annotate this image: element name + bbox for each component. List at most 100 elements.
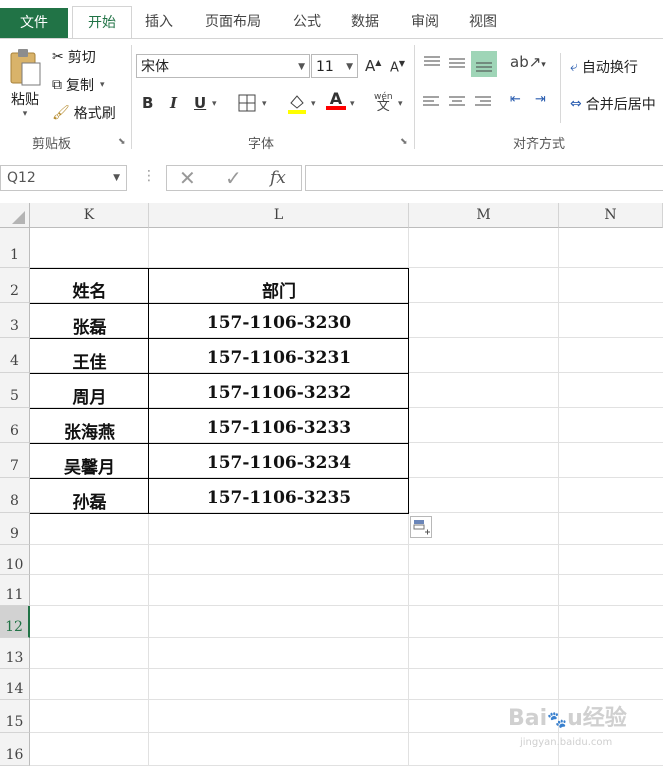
more-options-icon[interactable]: ⋮ [142,168,156,184]
table-cell[interactable]: 孙磊 [30,488,149,513]
baidu-watermark-logo: Bai🐾u经验 [508,706,627,731]
gridline [30,668,663,669]
chevron-down-icon[interactable]: ▾ [262,99,267,109]
name-box-value: Q12 [7,170,36,186]
increase-font-icon[interactable]: A▲ [365,57,381,75]
row-header-2[interactable]: 2 [0,268,30,303]
select-all-icon [12,211,25,224]
table-cell[interactable]: 157-1106-3230 [149,313,409,333]
row-header-5[interactable]: 5 [0,373,30,408]
chevron-down-icon[interactable]: ▾ [398,99,403,109]
align-top-icon[interactable] [422,55,442,71]
tab-view[interactable]: 视图 [460,6,506,38]
dialog-launcher-icon[interactable]: ⬊ [400,137,408,147]
increase-indent-icon[interactable]: ⇥ [535,92,546,107]
tab-review[interactable]: 审阅 [402,6,448,38]
scissors-icon: ✂ [52,49,64,65]
font-size-select[interactable]: 11 ▼ [311,54,358,78]
row-header-15[interactable]: 15 [0,700,30,733]
align-right-icon[interactable] [474,95,492,109]
chevron-down-icon: ▼ [346,62,353,72]
table-cell[interactable]: 157-1106-3234 [149,453,409,473]
tab-file[interactable]: 文件 [0,8,68,38]
wrap-text-icon: ⤶ [570,59,578,75]
tab-insert[interactable]: 插入 [136,6,182,38]
name-box[interactable]: Q12 ▼ [0,165,127,191]
cancel-icon[interactable]: ✕ [179,166,196,190]
table-cell[interactable]: 张磊 [30,313,149,338]
dialog-launcher-icon[interactable]: ⬊ [118,137,126,147]
row-header-9[interactable]: 9 [0,513,30,545]
ribbon-tab-bar: 文件 开始 插入 页面布局 公式 数据 审阅 视图 [0,0,663,39]
fill-color-icon[interactable] [287,91,307,115]
merge-center-label: 合并后居中 [585,97,656,113]
select-all-corner[interactable] [0,203,30,228]
align-bottom-button[interactable] [471,51,497,77]
divider [414,45,415,149]
table-cell[interactable]: 张海燕 [30,418,149,443]
format-painter-button[interactable]: 🖌 格式刷 [52,103,116,123]
row-header-13[interactable]: 13 [0,638,30,669]
table-cell[interactable]: 157-1106-3235 [149,488,409,508]
row-header-6[interactable]: 6 [0,408,30,443]
table-cell[interactable]: 吴馨月 [30,453,149,478]
cut-button[interactable]: ✂ 剪切 [52,47,96,67]
column-header-n[interactable]: N [559,203,663,228]
align-center-icon[interactable] [448,95,466,109]
column-header-k[interactable]: K [30,203,149,228]
row-header-16[interactable]: 16 [0,733,30,766]
column-header-l[interactable]: L [149,203,409,228]
row-header-14[interactable]: 14 [0,669,30,700]
quick-analysis-button[interactable] [410,516,432,538]
gridline [30,605,663,606]
row-header-12[interactable]: 12 [0,606,30,638]
decrease-indent-icon[interactable]: ⇤ [510,92,521,107]
chevron-down-icon[interactable]: ▾ [212,99,217,109]
quick-analysis-icon [413,520,430,535]
row-header-8[interactable]: 8 [0,478,30,513]
chevron-down-icon[interactable]: ▾ [311,99,316,109]
header-cell-department[interactable]: 部门 [149,277,409,302]
column-header-m[interactable]: M [409,203,559,228]
tab-formulas[interactable]: 公式 [284,6,330,38]
header-cell-name[interactable]: 姓名 [30,277,149,302]
decrease-font-icon[interactable]: A▼ [390,59,405,75]
table-cell[interactable]: 周月 [30,383,149,408]
row-header-3[interactable]: 3 [0,303,30,338]
table-cell[interactable]: 157-1106-3231 [149,348,409,368]
table-cell[interactable]: 157-1106-3232 [149,383,409,403]
formula-input[interactable] [305,165,663,191]
chevron-down-icon[interactable]: ▾ [350,99,355,109]
row-header-11[interactable]: 11 [0,575,30,606]
font-color-button[interactable]: A [326,89,346,110]
copy-label: 复制 [66,78,94,94]
borders-icon[interactable] [238,94,256,112]
row-header-1[interactable]: 1 [0,228,30,268]
row-header-7[interactable]: 7 [0,443,30,478]
border-line [30,338,409,339]
tab-home[interactable]: 开始 [72,6,132,39]
phonetic-guide-icon[interactable]: wén 文 [374,93,393,114]
align-left-icon[interactable] [422,95,440,109]
chevron-down-icon: ▾ [22,109,28,119]
enter-icon[interactable]: ✓ [225,166,242,190]
insert-function-icon[interactable]: fx [270,166,286,190]
align-middle-icon[interactable] [447,55,467,71]
tab-page-layout[interactable]: 页面布局 [195,6,271,38]
italic-button[interactable]: I [170,94,177,112]
row-header-4[interactable]: 4 [0,338,30,373]
font-name-select[interactable]: 宋体 ▼ [136,54,310,78]
wrap-text-label: 自动换行 [581,60,638,76]
formula-buttons: ✕ ✓ fx [166,165,302,191]
orientation-icon[interactable]: ab↗▾ [510,53,546,71]
merge-center-button[interactable]: ⇔ 合并后居中 [570,94,656,114]
bold-button[interactable]: B [142,94,153,112]
underline-button[interactable]: U [194,94,206,112]
copy-button[interactable]: ⧉ 复制 ▾ [52,75,105,95]
paste-button[interactable]: 粘贴 ▾ [8,47,42,119]
row-header-10[interactable]: 10 [0,545,30,575]
tab-data[interactable]: 数据 [342,6,388,38]
table-cell[interactable]: 157-1106-3233 [149,418,409,438]
wrap-text-button[interactable]: ⤶ 自动换行 [570,57,638,77]
table-cell[interactable]: 王佳 [30,348,149,373]
